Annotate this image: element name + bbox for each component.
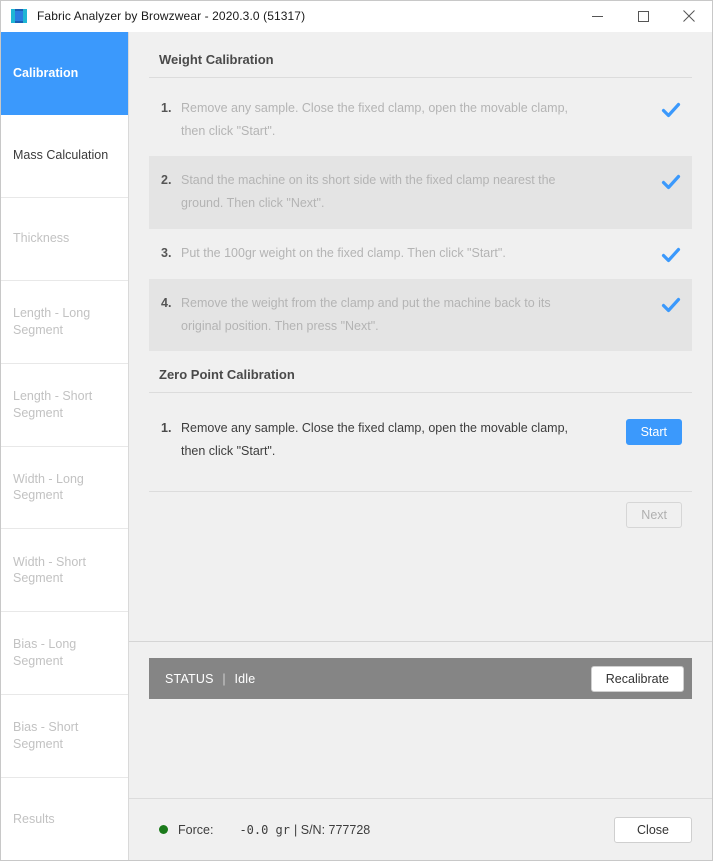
step-text: Stand the machine on its short side with… — [181, 173, 556, 211]
next-row: Next — [149, 492, 692, 542]
sidebar-item-label: Results — [13, 811, 55, 826]
sidebar-item-length-short-segment[interactable]: Length - Short Segment — [1, 363, 128, 447]
step-text: Remove the weight from the clamp and put… — [181, 295, 551, 333]
weight-step-row: 4. Remove the weight from the clamp and … — [149, 278, 692, 351]
step-action — [588, 242, 682, 266]
sidebar-item-width-long-segment[interactable]: Width - Long Segment — [1, 446, 128, 530]
status-value: Idle — [234, 671, 256, 686]
status-label: STATUS — [165, 671, 214, 686]
sidebar-item-bias-short-segment[interactable]: Bias - Short Segment — [1, 695, 128, 779]
sidebar-item-mass-calculation[interactable]: Mass Calculation — [1, 114, 128, 198]
step-number: 1. — [161, 420, 172, 435]
weight-step-row: 3. Put the 100gr weight on the fixed cla… — [149, 229, 692, 279]
weight-step-row: 1. Remove any sample. Close the fixed cl… — [149, 84, 692, 156]
step-text: Put the 100gr weight on the fixed clamp.… — [181, 245, 506, 260]
step-number: 4. — [161, 295, 172, 310]
sidebar-item-label: Thickness — [13, 231, 70, 246]
sidebar-item-label: Length - Long Segment — [13, 305, 91, 337]
check-icon — [660, 244, 682, 266]
sidebar-item-label: Bias - Short Segment — [13, 720, 79, 752]
section-divider — [149, 391, 692, 393]
window-title: Fabric Analyzer by Browzwear - 2020.3.0 … — [37, 9, 306, 23]
check-icon — [660, 99, 682, 121]
status-section: STATUS | Idle Recalibrate — [129, 642, 712, 699]
status-separator: | — [222, 671, 226, 686]
force-value: -0.0 gr — [239, 822, 291, 837]
sidebar-item-thickness[interactable]: Thickness — [1, 197, 128, 281]
step-action — [588, 169, 682, 193]
close-button[interactable]: Close — [614, 816, 692, 843]
footer-bar: Force: -0.0 gr | S/N: 777728 Close — [129, 798, 712, 860]
next-button[interactable]: Next — [626, 502, 682, 528]
step-number: 2. — [161, 173, 172, 188]
step-text: Remove any sample. Close the fixed clamp… — [181, 420, 568, 458]
weight-step-row: 2. Stand the machine on its short side w… — [149, 156, 692, 229]
start-button[interactable]: Start — [625, 418, 682, 445]
step-text: Remove any sample. Close the fixed clamp… — [181, 101, 568, 139]
section-divider — [149, 77, 692, 78]
step-action — [588, 292, 682, 316]
zero-point-step-row: 1. Remove any sample. Close the fixed cl… — [149, 399, 692, 481]
sidebar-item-length-long-segment[interactable]: Length - Long Segment — [1, 280, 128, 364]
status-dot-green-icon — [159, 825, 168, 834]
window-controls — [574, 1, 712, 32]
minimize-icon[interactable] — [574, 1, 620, 32]
force-label: Force: — [178, 822, 214, 837]
sidebar-item-width-short-segment[interactable]: Width - Short Segment — [1, 529, 128, 613]
zero-point-calibration-title: Zero Point Calibration — [159, 366, 295, 382]
step-number: 3. — [161, 245, 172, 260]
sidebar-item-calibration[interactable]: Calibration — [1, 32, 128, 115]
recalibrate-button[interactable]: Recalibrate — [590, 665, 684, 692]
status-bar: STATUS | Idle Recalibrate — [149, 658, 692, 699]
sidebar-item-bias-long-segment[interactable]: Bias - Long Segment — [1, 612, 128, 696]
sidebar-item-label: Calibration — [13, 65, 79, 80]
sidebar-item-label: Mass Calculation — [13, 148, 109, 163]
step-action — [588, 97, 682, 121]
sidebar-item-label: Length - Short Segment — [13, 388, 93, 420]
step-number: 1. — [161, 101, 172, 115]
check-icon — [660, 171, 682, 193]
sidebar-item-label: Bias - Long Segment — [13, 637, 77, 669]
sidebar-item-label: Width - Long Segment — [13, 471, 84, 503]
sidebar-item-results[interactable]: Results — [1, 778, 128, 861]
sidebar-nav: Calibration Mass Calculation Thickness L… — [1, 32, 129, 861]
weight-calibration-title: Weight Calibration — [159, 52, 274, 67]
application-window: Fabric Analyzer by Browzwear - 2020.3.0 … — [0, 0, 713, 861]
title-bar: Fabric Analyzer by Browzwear - 2020.3.0 … — [1, 1, 712, 32]
status-badge: STATUS | Idle — [165, 672, 255, 686]
serial-number: | S/N: 777728 — [294, 822, 371, 837]
sidebar-item-label: Width - Short Segment — [13, 554, 86, 586]
fabric-roll-icon — [10, 7, 28, 25]
window-body: Calibration Mass Calculation Thickness L… — [1, 32, 712, 861]
close-icon[interactable] — [666, 1, 712, 32]
content-area: Weight Calibration 1. Remove any sample.… — [129, 32, 712, 860]
calibration-panel: Weight Calibration 1. Remove any sample.… — [129, 32, 712, 641]
step-action: Start — [588, 417, 682, 445]
maximize-icon[interactable] — [620, 1, 666, 32]
check-icon — [660, 294, 682, 316]
